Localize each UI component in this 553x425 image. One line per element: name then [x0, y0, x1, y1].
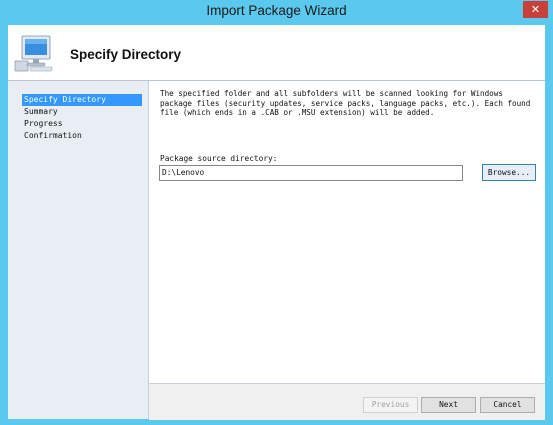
wizard-step-nav: Specify Directory Summary Progress Confi… — [8, 81, 149, 419]
nav-item-progress[interactable]: Progress — [22, 118, 65, 130]
computer-monitor-icon — [14, 35, 53, 72]
source-directory-label: Package source directory: — [160, 154, 278, 163]
wizard-content: The specified folder and all subfolders … — [149, 81, 545, 383]
wizard-footer: Previous Next Cancel — [149, 383, 545, 420]
wizard-header: Specify Directory — [8, 25, 545, 81]
title-bar[interactable]: Import Package Wizard ✕ — [0, 0, 553, 24]
close-icon: ✕ — [530, 3, 541, 16]
cancel-button[interactable]: Cancel — [480, 397, 535, 413]
close-button[interactable]: ✕ — [523, 1, 548, 18]
source-directory-input[interactable]: D:\Lenovo — [159, 165, 463, 181]
description-text: The specified folder and all subfolders … — [160, 89, 531, 117]
browse-button[interactable]: Browse... — [482, 164, 536, 181]
previous-button[interactable]: Previous — [363, 397, 418, 413]
page-title: Specify Directory — [70, 47, 182, 62]
wizard-window: Import Package Wizard ✕ Specify Director… — [0, 0, 553, 425]
next-button[interactable]: Next — [421, 397, 476, 413]
wizard-client-area: Specify Directory Specify Directory Summ… — [8, 25, 545, 420]
nav-item-specify-directory[interactable]: Specify Directory — [22, 94, 142, 106]
nav-item-confirmation[interactable]: Confirmation — [22, 130, 84, 142]
window-title: Import Package Wizard — [206, 3, 347, 18]
nav-item-summary[interactable]: Summary — [22, 106, 60, 118]
